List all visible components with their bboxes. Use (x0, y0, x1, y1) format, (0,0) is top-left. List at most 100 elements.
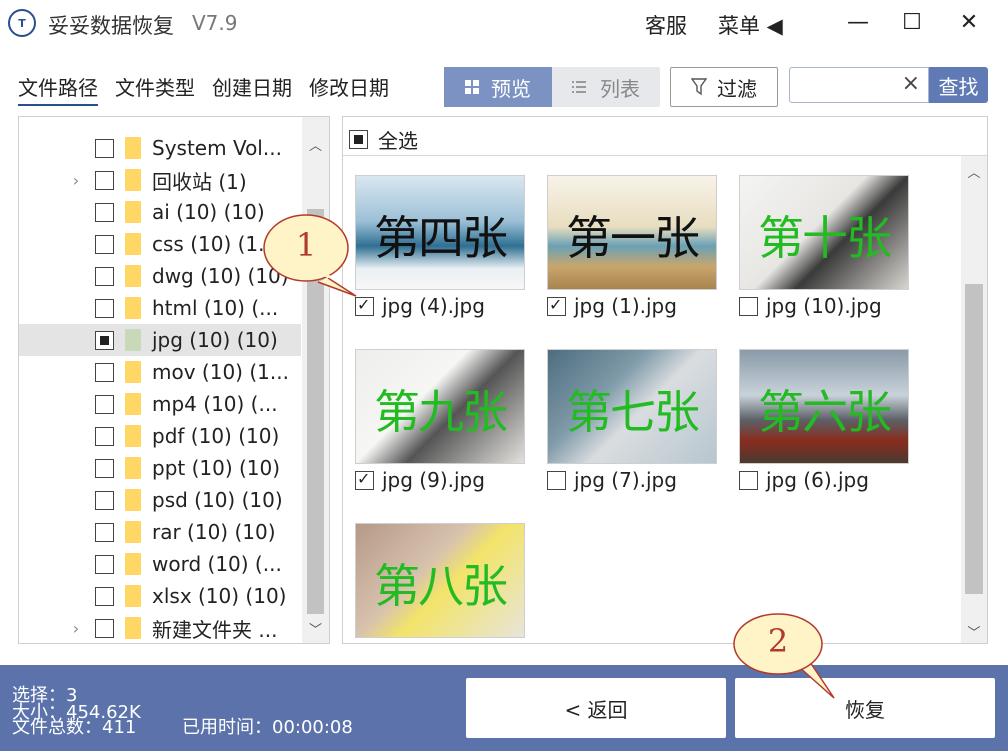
folder-icon (125, 169, 141, 191)
scroll-up-icon[interactable]: ︿ (302, 135, 329, 154)
tree-item[interactable]: mp4 (10) (... (19, 388, 301, 420)
filter-button[interactable]: 过滤 (670, 67, 778, 107)
tab-file-path[interactable]: 文件路径 (18, 72, 98, 106)
file-item[interactable]: jpg (1).jpg (547, 293, 737, 319)
tree-item[interactable]: pdf (10) (10) (19, 420, 301, 452)
file-item[interactable]: jpg (9).jpg (355, 467, 545, 493)
tree-item[interactable]: › 新建文件夹 ... (19, 612, 301, 643)
tree-item-checkbox[interactable] (95, 234, 114, 254)
tree-item[interactable]: psd (10) (10) (19, 484, 301, 516)
tree-item-checkbox[interactable] (95, 266, 114, 286)
tab-modified-date[interactable]: 修改日期 (309, 72, 389, 101)
expand-arrow-icon[interactable]: › (69, 171, 83, 190)
search-input[interactable] (796, 72, 896, 98)
preview-view-button[interactable]: 预览 (444, 67, 552, 107)
folder-icon (125, 201, 141, 223)
tree-item-checkbox[interactable] (95, 618, 114, 638)
callout-2-number: 2 (767, 622, 789, 660)
scroll-down-icon[interactable]: ﹀ (961, 622, 987, 641)
tree-item-checkbox[interactable] (95, 202, 114, 222)
file-checkbox[interactable] (547, 295, 566, 316)
tree-item-label: mov (10) (1... (152, 360, 289, 384)
image-thumbnail[interactable]: 第六张 (739, 349, 909, 464)
file-checkbox[interactable] (355, 469, 374, 490)
app-version: V7.9 (192, 11, 238, 35)
tree-item[interactable]: ppt (10) (10) (19, 452, 301, 484)
expand-arrow-icon[interactable]: › (69, 619, 83, 638)
tree-item-checkbox[interactable] (95, 298, 114, 318)
tree-item-checkbox[interactable] (95, 426, 114, 446)
tree-item-label: rar (10) (10) (152, 520, 276, 544)
tree-item[interactable]: html (10) (... (19, 292, 301, 324)
minimize-button[interactable]: — (838, 6, 878, 38)
preview-scroll-thumb[interactable] (965, 284, 983, 594)
file-checkbox[interactable] (739, 470, 758, 490)
folder-icon (125, 457, 141, 479)
image-thumbnail[interactable]: 第九张 (355, 349, 525, 464)
search-button[interactable]: 查找 (929, 67, 988, 103)
close-button[interactable]: ✕ (949, 6, 989, 38)
tree-item-label: jpg (10) (10) (152, 328, 278, 352)
customer-service-link[interactable]: 客服 (645, 10, 687, 40)
file-name: jpg (4).jpg (382, 294, 485, 318)
file-checkbox[interactable] (547, 470, 566, 490)
image-thumbnail[interactable]: 第七张 (547, 349, 717, 464)
funnel-icon (691, 78, 707, 96)
preview-scrollbar[interactable]: ︿ ﹀ (961, 156, 987, 643)
scroll-down-icon[interactable]: ﹀ (302, 619, 329, 638)
tree-item[interactable]: dwg (10) (10) (19, 260, 301, 292)
tree-item-checkbox[interactable] (95, 522, 114, 542)
tree-item-checkbox[interactable] (95, 362, 114, 382)
tree-item[interactable]: rar (10) (10) (19, 516, 301, 548)
tree-item-checkbox[interactable] (95, 458, 114, 478)
file-name: jpg (1).jpg (574, 294, 677, 318)
menu-button[interactable]: 菜单 ◀ (718, 10, 783, 40)
tree-item[interactable]: ai (10) (10) (19, 196, 301, 228)
file-item[interactable]: jpg (10).jpg (739, 293, 929, 319)
image-thumbnail[interactable]: 第一张 (547, 175, 717, 290)
tab-file-type[interactable]: 文件类型 (115, 72, 195, 101)
view-toggle: 预览 列表 (444, 67, 660, 107)
tree-item-checkbox[interactable] (95, 586, 114, 606)
tree-item[interactable]: xlsx (10) (10) (19, 580, 301, 612)
tree-item-checkbox[interactable] (95, 394, 114, 414)
maximize-button[interactable]: ☐ (892, 6, 932, 38)
tree-item-label: mp4 (10) (... (152, 392, 278, 416)
file-name: jpg (6).jpg (766, 468, 869, 492)
back-button[interactable]: < 返回 (466, 678, 726, 738)
file-item[interactable]: jpg (4).jpg (355, 293, 545, 319)
tree-item[interactable]: jpg (10) (10) (19, 324, 301, 356)
scroll-up-icon[interactable]: ︿ (961, 162, 987, 181)
tab-created-date[interactable]: 创建日期 (212, 72, 292, 101)
list-view-button[interactable]: 列表 (552, 67, 660, 107)
tree-item-checkbox[interactable] (95, 554, 114, 574)
image-thumbnail[interactable]: 第十张 (739, 175, 909, 290)
tree-item[interactable]: System Vol... (19, 132, 301, 164)
file-checkbox[interactable] (739, 296, 758, 316)
tree-item-label: ppt (10) (10) (152, 456, 281, 480)
tree-item-checkbox[interactable] (95, 330, 114, 350)
app-logo-icon: T (8, 9, 36, 37)
tree-item-label: 新建文件夹 ... (152, 617, 278, 642)
folder-icon (125, 297, 141, 319)
tree-item-label: html (10) (... (152, 296, 279, 320)
clear-search-icon[interactable]: × (902, 71, 920, 96)
tree-scrollbar[interactable]: ︿ ﹀ (302, 117, 329, 643)
select-all-checkbox[interactable]: 全选 (349, 125, 418, 154)
tree-item-checkbox[interactable] (95, 138, 114, 158)
title-bar: T 妥妥数据恢复 V7.9 客服 菜单 ◀ — ☐ ✕ (0, 0, 1008, 46)
tree-item-label: pdf (10) (10) (152, 424, 280, 448)
image-thumbnail[interactable]: 第四张 (355, 175, 525, 290)
select-all-box (349, 130, 368, 149)
tree-item-checkbox[interactable] (95, 170, 114, 190)
file-item[interactable]: jpg (7).jpg (547, 467, 737, 493)
thumbnail-caption-text: 第七张 (566, 385, 700, 439)
tree-item[interactable]: › 回收站 (1) (19, 164, 301, 196)
image-thumbnail[interactable]: 第八张 (355, 523, 525, 638)
callout-1: 1 (263, 212, 360, 316)
tree-item-checkbox[interactable] (95, 490, 114, 510)
tree-item[interactable]: css (10) (1... (19, 228, 301, 260)
tree-item[interactable]: word (10) (... (19, 548, 301, 580)
tree-item[interactable]: mov (10) (1... (19, 356, 301, 388)
file-item[interactable]: jpg (6).jpg (739, 467, 929, 493)
